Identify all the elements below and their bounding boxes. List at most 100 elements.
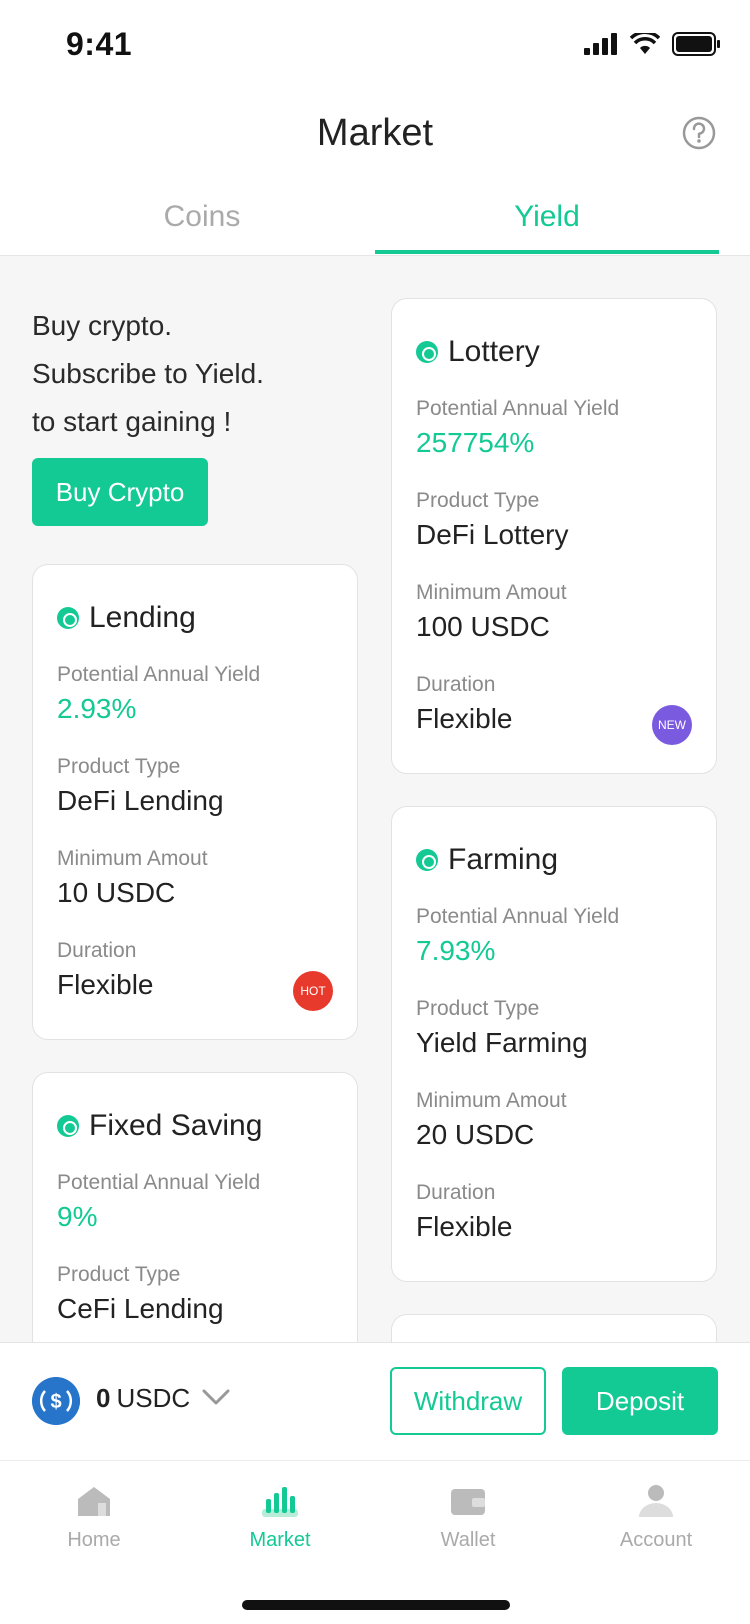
- omo-logo-icon: [57, 607, 79, 629]
- card-header: Lending: [57, 601, 196, 635]
- tabbar-label: Wallet: [440, 1529, 496, 1551]
- tabbar-label: Home: [67, 1529, 121, 1551]
- svg-text:$: $: [50, 1391, 61, 1413]
- status-time: 9:41: [66, 26, 133, 62]
- usdc-icon: $: [32, 1377, 80, 1425]
- duration-label: Duration: [416, 1181, 496, 1204]
- help-icon[interactable]: [682, 116, 716, 150]
- type-value: DeFi Lending: [57, 785, 224, 816]
- product-card-fixed-saving[interactable]: Fixed Saving Potential Annual Yield 9% P…: [32, 1072, 358, 1372]
- type-value: CeFi Lending: [57, 1293, 224, 1324]
- tab-yield[interactable]: Yield: [375, 200, 719, 234]
- card-header: Lottery: [416, 335, 540, 369]
- type-label: Product Type: [416, 997, 540, 1020]
- tab-active-indicator: [375, 250, 719, 254]
- deposit-button[interactable]: Deposit: [562, 1367, 718, 1435]
- tabbar-label: Account: [619, 1529, 693, 1551]
- card-yield: Potential Annual Yield 2.93%: [57, 663, 260, 725]
- market-tabs: Coins Yield: [0, 186, 750, 256]
- card-duration: Duration Flexible: [57, 939, 153, 1001]
- duration-value: Flexible: [57, 969, 154, 1000]
- card-yield: Potential Annual Yield 9%: [57, 1171, 260, 1233]
- balance-amount: 0: [96, 1383, 111, 1413]
- card-name: Farming: [448, 843, 559, 876]
- balance-currency: USDC: [116, 1383, 191, 1413]
- tabbar-item-home[interactable]: Home: [24, 1483, 164, 1552]
- tab-coins[interactable]: Coins: [30, 200, 374, 234]
- promo-text: Buy crypto. Subscribe to Yield. to start…: [32, 302, 264, 446]
- status-icons: [584, 32, 720, 56]
- product-card-farming[interactable]: Farming Potential Annual Yield 7.93% Pro…: [391, 806, 717, 1282]
- product-card-lottery[interactable]: Lottery Potential Annual Yield 257754% P…: [391, 298, 717, 774]
- card-duration: Duration Flexible: [416, 673, 512, 735]
- account-icon: [639, 1485, 673, 1517]
- min-label: Minimum Amout: [416, 581, 567, 604]
- card-minimum: Minimum Amout 20 USDC: [416, 1089, 567, 1151]
- duration-value: Flexible: [416, 703, 513, 734]
- min-value: 10 USDC: [57, 877, 176, 908]
- wifi-icon: [630, 33, 660, 54]
- min-value: 20 USDC: [416, 1119, 535, 1150]
- product-card-lending[interactable]: Lending Potential Annual Yield 2.93% Pro…: [32, 564, 358, 1040]
- promo-line-2: Subscribe to Yield.: [32, 358, 264, 389]
- yield-value: 7.93%: [416, 935, 496, 966]
- yield-value: 257754%: [416, 427, 535, 458]
- yield-value: 9%: [57, 1201, 98, 1232]
- promo-line-3: to start gaining !: [32, 406, 232, 437]
- page-title: Market: [316, 112, 434, 154]
- duration-label: Duration: [57, 939, 137, 962]
- card-minimum: Minimum Amout 10 USDC: [57, 847, 208, 909]
- card-name: Lending: [89, 601, 196, 634]
- min-label: Minimum Amout: [416, 1089, 567, 1112]
- omo-logo-icon: [416, 341, 438, 363]
- card-minimum: Minimum Amout 100 USDC: [416, 581, 567, 643]
- yield-value: 2.93%: [57, 693, 137, 724]
- yield-label: Potential Annual Yield: [416, 905, 620, 928]
- yield-label: Potential Annual Yield: [416, 397, 620, 420]
- tabbar-label: Market: [249, 1529, 311, 1551]
- min-label: Minimum Amout: [57, 847, 208, 870]
- omo-logo-icon: [57, 1115, 79, 1137]
- type-label: Product Type: [57, 1263, 181, 1286]
- card-yield: Potential Annual Yield 7.93%: [416, 905, 619, 967]
- header: Market: [0, 90, 750, 186]
- home-indicator: [242, 1600, 510, 1610]
- min-value: 100 USDC: [416, 611, 550, 642]
- card-type: Product Type Yield Farming: [416, 997, 588, 1059]
- tabbar-item-wallet[interactable]: Wallet: [398, 1483, 538, 1552]
- hot-badge: HOT: [293, 971, 333, 1011]
- balance-action-bar: $ 0 USDC Withdraw Deposit: [0, 1342, 750, 1460]
- home-icon: [78, 1487, 110, 1516]
- card-duration: Duration Flexible: [416, 1181, 512, 1243]
- withdraw-button[interactable]: Withdraw: [390, 1367, 546, 1435]
- omo-logo-icon: [416, 849, 438, 871]
- tabbar-item-account[interactable]: Account: [586, 1483, 726, 1552]
- type-label: Product Type: [416, 489, 540, 512]
- duration-value: Flexible: [416, 1211, 513, 1242]
- card-yield: Potential Annual Yield 257754%: [416, 397, 619, 459]
- card-type: Product Type DeFi Lending: [57, 755, 224, 817]
- balance-display[interactable]: 0 USDC: [96, 1383, 190, 1414]
- duration-label: Duration: [416, 673, 496, 696]
- card-name: Fixed Saving: [89, 1109, 263, 1142]
- card-header: Farming: [416, 843, 558, 877]
- tabbar-item-market[interactable]: Market: [210, 1483, 350, 1552]
- card-type: Product Type CeFi Lending: [57, 1263, 224, 1325]
- card-header: Fixed Saving: [57, 1109, 262, 1143]
- buy-crypto-button[interactable]: Buy Crypto: [32, 458, 208, 526]
- battery-icon: [672, 32, 720, 56]
- yield-label: Potential Annual Yield: [57, 663, 261, 686]
- status-bar: 9:41: [0, 0, 750, 90]
- promo-line-1: Buy crypto.: [32, 310, 173, 341]
- type-value: DeFi Lottery: [416, 519, 569, 550]
- new-badge: NEW: [652, 705, 692, 745]
- type-value: Yield Farming: [416, 1027, 588, 1058]
- yield-label: Potential Annual Yield: [57, 1171, 261, 1194]
- chevron-down-icon[interactable]: [202, 1387, 230, 1407]
- type-label: Product Type: [57, 755, 181, 778]
- market-icon: [262, 1487, 298, 1517]
- card-name: Lottery: [448, 335, 540, 368]
- card-type: Product Type DeFi Lottery: [416, 489, 569, 551]
- signal-icon: [584, 33, 617, 55]
- wallet-icon: [451, 1489, 485, 1515]
